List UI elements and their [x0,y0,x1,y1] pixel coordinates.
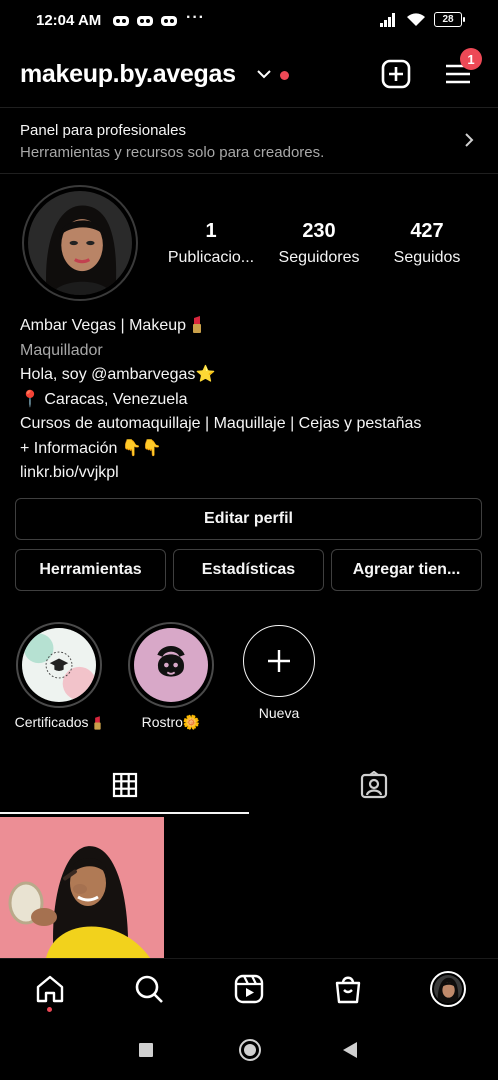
back-icon[interactable] [342,1041,358,1059]
stat-followers[interactable]: 230 Seguidores [272,220,366,267]
highlight-cover [134,628,208,702]
star-emoji-icon: ⭐ [195,366,216,383]
posts-count: 1 [205,220,217,242]
plus-icon [268,650,290,672]
highlight-label: Nueva [258,705,300,721]
profile-photo [28,191,132,295]
shop-icon[interactable] [332,973,364,1005]
battery-level: 28 [442,14,454,25]
highlight-cover-ring [128,622,214,708]
new-post-icon[interactable] [380,58,412,90]
notification-app-icon [137,16,153,26]
profile-tab-avatar[interactable] [430,971,466,1007]
highlight-cover-ring [16,622,102,708]
bio-line-1: Hola, soy @ambarvegas⭐ [20,363,480,388]
posts-label: Publicacio... [167,249,255,266]
highlight-rostro[interactable]: Rostro🌼 [126,622,216,731]
chevron-down-icon[interactable] [256,68,272,80]
account-switcher-username[interactable]: makeup.by.avegas [20,60,236,89]
active-tab-indicator [0,812,249,814]
menu-notification-badge: 1 [460,48,482,70]
stat-posts[interactable]: 1 Publicacio... [163,220,259,267]
bio-greeting: Hola, soy @ambarvegas [20,366,196,383]
tools-button[interactable]: Herramientas [15,549,166,591]
bio-line-3: Cursos de automaquillaje | Maquillaje | … [20,415,422,432]
home-icon[interactable] [34,973,66,1005]
notification-app-icon [113,16,129,26]
profile-photo-illustration [28,191,132,295]
wifi-icon [407,13,425,26]
highlight-title: Rostro [141,714,183,730]
profile-avatar[interactable] [22,185,138,301]
profile-category: Maquillador [20,341,103,359]
lipstick-emoji-icon [94,716,102,730]
insights-button[interactable]: Estadísticas [173,549,324,591]
recents-icon[interactable] [139,1043,153,1057]
tagged-icon [360,771,387,799]
bottom-navigation [0,958,498,1020]
home-circle-inner [244,1044,256,1056]
battery-icon: 28 [434,12,465,27]
location-pin-emoji-icon: 📍 [20,390,40,408]
professional-dashboard-link[interactable]: Panel para profesionales Herramientas y … [0,108,498,172]
bio-link[interactable]: linkr.bio/vvjkpl [20,461,480,486]
reels-icon[interactable] [233,973,265,1005]
following-label: Seguidos [393,249,461,266]
profile-name: Ambar Vegas | Makeup [20,317,187,334]
lipstick-emoji-icon [193,316,202,333]
notification-icons [112,13,178,29]
post-image [0,817,164,958]
grid-icon [112,772,137,798]
stat-following[interactable]: 427 Seguidos [386,220,468,267]
pointing-down-emoji-icon: 👇👇 [121,439,162,457]
bio-name-line: Ambar Vegas | Makeup [20,314,480,339]
signal-icon [380,12,395,27]
new-highlight-button[interactable]: Nueva [234,622,324,721]
flower-emoji-icon: 🌼 [182,714,201,730]
new-highlight-circle [243,625,315,697]
home-circle-icon[interactable] [239,1039,261,1061]
more-notifications: ··· [186,9,205,26]
bio-location: Caracas, Venezuela [44,390,188,408]
profile-header: makeup.by.avegas [0,50,498,102]
panel-subtitle: Herramientas y recursos solo para creado… [20,144,325,161]
notification-app-icon [161,16,177,26]
panel-title: Panel para profesionales [20,122,186,139]
status-time: 12:04 AM [36,12,102,29]
profile-tab-photo [434,975,462,1003]
tab-tagged[interactable] [249,756,498,814]
followers-count: 230 [302,220,336,242]
profile-bio: Ambar Vegas | Makeup Maquillador Hola, s… [20,314,480,486]
bio-line-4: + Información 👇👇 [20,437,480,462]
unread-dot [280,71,289,80]
search-icon[interactable] [133,973,165,1005]
bio-line-2: 📍 Caracas, Venezuela [20,388,480,413]
highlight-certificados[interactable]: Certificados [14,622,104,730]
add-shop-button[interactable]: Agregar tien... [331,549,482,591]
home-activity-dot [47,1007,52,1012]
android-navigation-bar [0,1020,498,1080]
chevron-right-icon [465,133,474,147]
tab-grid[interactable] [0,756,249,814]
following-count: 427 [410,220,444,242]
graduation-cap-icon [22,628,96,702]
followers-label: Seguidores [278,249,360,266]
highlight-label: Rostro🌼 [142,714,201,731]
status-bar: 12:04 AM ··· 28 [0,0,498,44]
post-thumbnail[interactable] [0,817,164,958]
face-mask-icon [134,628,208,702]
highlight-label: Certificados [15,714,104,730]
highlight-title: Certificados [14,714,89,730]
edit-profile-button[interactable]: Editar perfil [15,498,482,540]
highlight-cover [22,628,96,702]
divider [0,173,498,174]
bio-more-info: + Información [20,439,118,457]
